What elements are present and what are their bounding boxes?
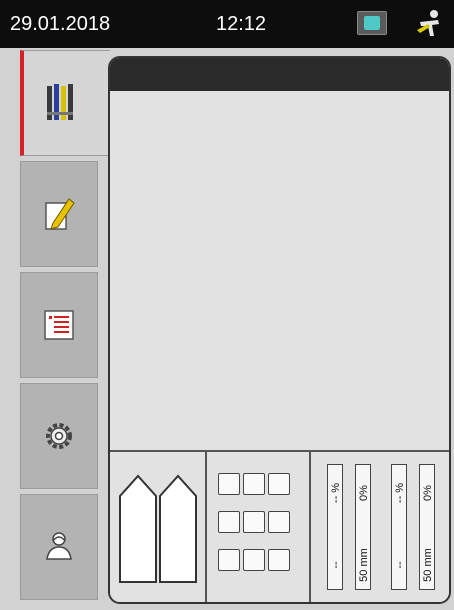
main-panel: -- % -- 0% 50 mm -- % -- 0% 50 mm <box>108 56 451 604</box>
rack-slot <box>218 473 240 495</box>
level-value: -- <box>330 561 342 569</box>
rack-slot <box>218 549 240 571</box>
reagents-icon <box>47 84 73 120</box>
level-bar-right-1: 0% 50 mm <box>355 464 371 590</box>
status-footer: -- % -- 0% 50 mm -- % -- 0% 50 mm <box>110 450 449 602</box>
settings-gear-icon <box>46 423 72 449</box>
date-display: 29.01.2018 <box>10 13 111 35</box>
rack-slot <box>268 511 290 533</box>
time-display: 12:12 <box>216 13 267 35</box>
tab-reagents[interactable] <box>20 50 110 156</box>
slide-holder-icon <box>119 474 197 583</box>
program-list-icon <box>44 310 74 340</box>
panel-header <box>110 58 449 91</box>
rack-slot <box>243 511 265 533</box>
status-bar: 29.01.2018 12:12 <box>0 0 454 48</box>
user-supervisor-icon[interactable] <box>414 8 444 40</box>
level-value: -- <box>394 561 406 569</box>
tab-edit[interactable] <box>20 161 98 267</box>
slide-holder-cell[interactable] <box>110 452 207 602</box>
tab-user[interactable] <box>20 494 98 600</box>
rack-slot <box>218 511 240 533</box>
screen-frame: 29.01.2018 12:12 -- % -- 0% 50 mm -- % -… <box>0 0 454 610</box>
rack-slot <box>243 549 265 571</box>
tab-programs[interactable] <box>20 272 98 378</box>
level-height: 50 mm <box>422 548 434 582</box>
level-bar-left-2: -- % -- <box>391 464 407 590</box>
level-bar-right-2: 0% 50 mm <box>419 464 435 590</box>
network-status-icon[interactable] <box>357 11 387 35</box>
user-icon <box>46 532 72 560</box>
tab-settings[interactable] <box>20 383 98 489</box>
rack-slot <box>268 473 290 495</box>
rack-slot <box>243 473 265 495</box>
rack-slot <box>268 549 290 571</box>
edit-sheet-icon <box>45 198 75 230</box>
level-indicators-cell[interactable]: -- % -- 0% 50 mm -- % -- 0% 50 mm <box>311 452 449 602</box>
level-bar-left-1: -- % -- <box>327 464 343 590</box>
rack-grid-cell[interactable] <box>207 452 311 602</box>
sidebar <box>20 50 110 605</box>
level-height: 50 mm <box>358 548 370 582</box>
